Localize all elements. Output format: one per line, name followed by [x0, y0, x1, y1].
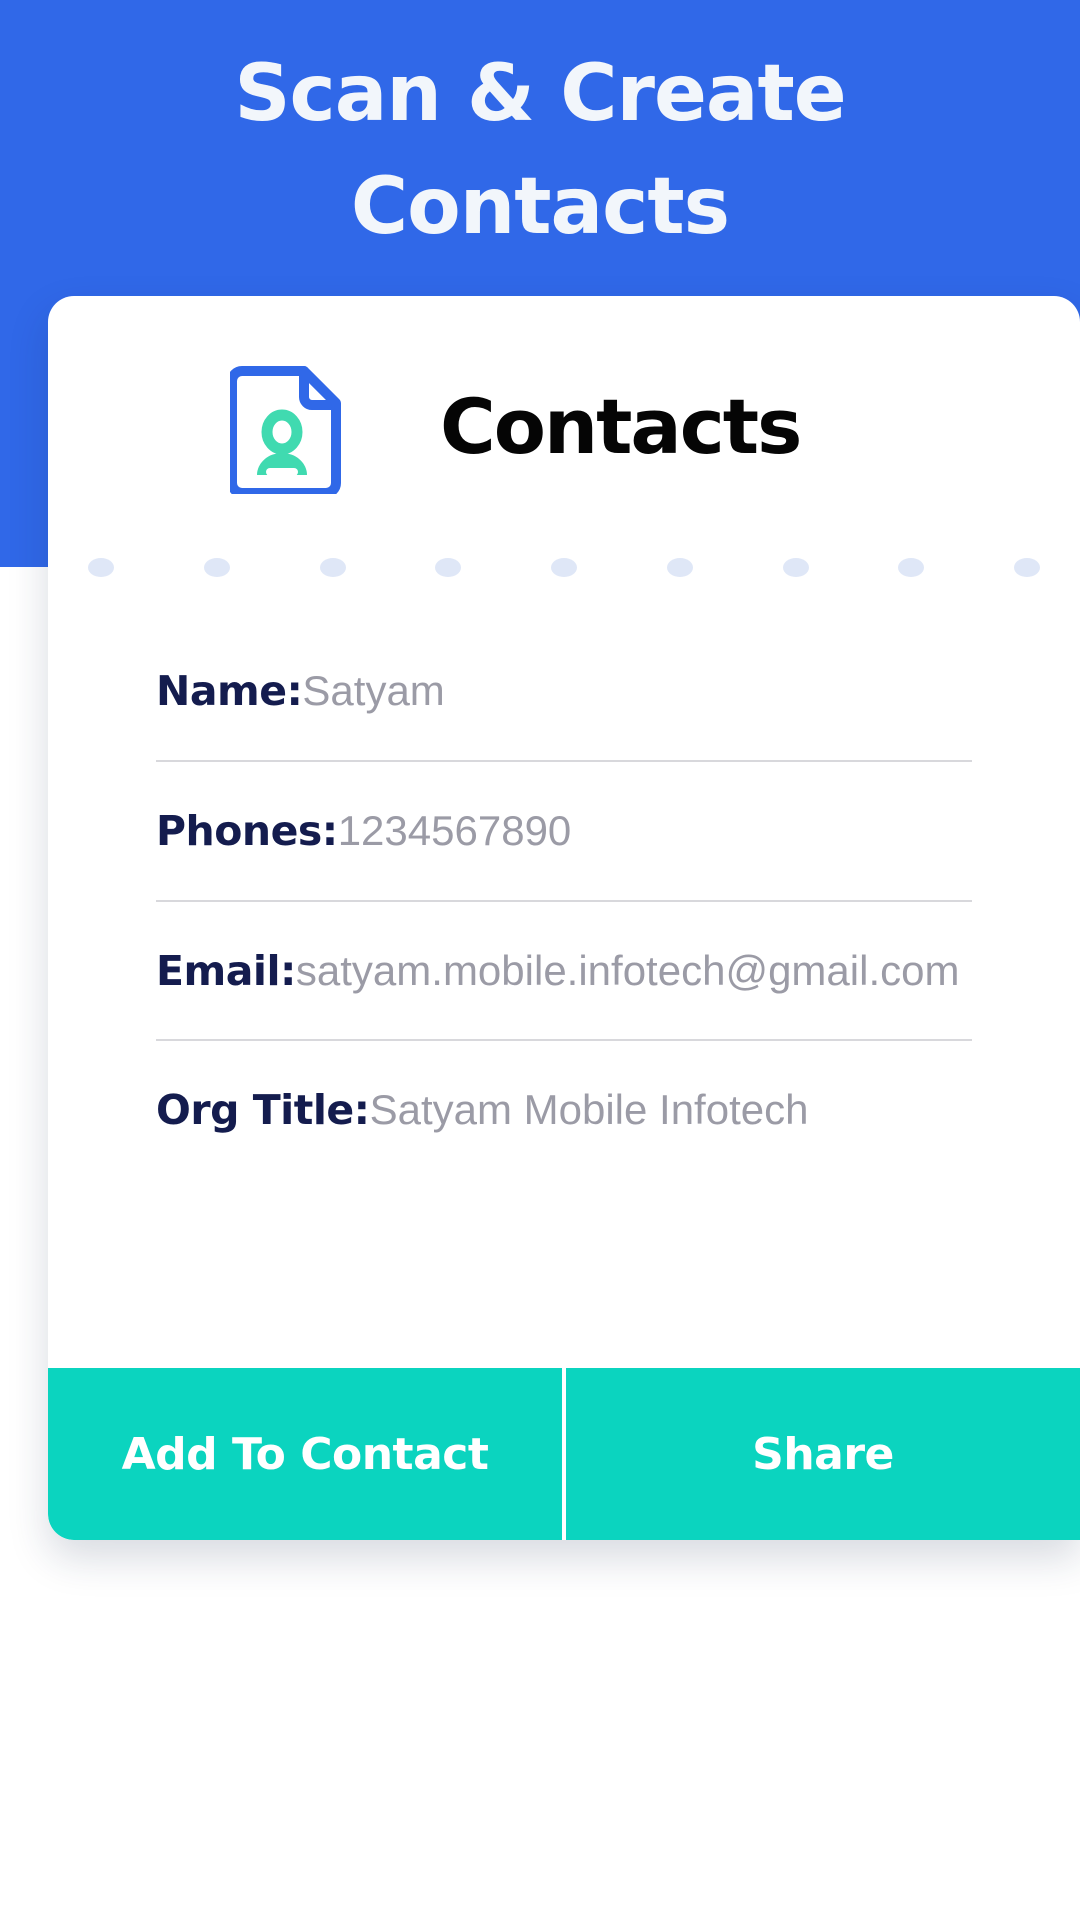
field-label-email: Email:: [156, 946, 296, 995]
perforation-dot: [898, 557, 925, 577]
field-label-org-title: Org Title:: [156, 1086, 370, 1135]
field-line: Phones:1234567890: [156, 804, 972, 858]
add-to-contact-button[interactable]: Add To Contact: [48, 1368, 562, 1540]
field-line: Name:Satyam: [156, 664, 972, 718]
field-line: Email:satyam.mobile.infotech@gmail.com: [156, 944, 972, 998]
perforation-dot: [203, 557, 230, 577]
perforation-dot: [666, 557, 693, 577]
perforation-dot: [319, 557, 346, 577]
field-value-name: Satyam: [302, 667, 445, 714]
perforation-dot: [551, 557, 577, 577]
field-value-email: satyam.mobile.infotech@gmail.com: [295, 946, 960, 994]
perforation-dot: [782, 557, 809, 577]
field-value-org-title: Satyam Mobile Infotech: [369, 1086, 809, 1134]
share-button[interactable]: Share: [566, 1368, 1080, 1540]
field-value-phones: 1234567890: [337, 806, 572, 854]
field-row-name: Name:Satyam: [108, 622, 1020, 760]
page-title: Scan & Create Contacts: [234, 49, 846, 253]
perforation-divider: [48, 552, 1080, 582]
perforation-dot: [1014, 557, 1040, 577]
perforation-dot: [88, 557, 114, 577]
field-row-phones: Phones:1234567890: [108, 762, 1020, 900]
field-label-phones: Phones:: [156, 806, 338, 855]
perforation-dot: [435, 557, 462, 577]
contact-card: Contacts Name:Satyam Phones:1234567890 E…: [48, 296, 1080, 1540]
card-title: Contacts: [440, 382, 802, 471]
field-row-email: Email:satyam.mobile.infotech@gmail.com: [108, 902, 1020, 1040]
field-row-org-title: Org Title:Satyam Mobile Infotech: [108, 1041, 1020, 1179]
contact-fields: Name:Satyam Phones:1234567890 Email:saty…: [48, 582, 1080, 1179]
action-bar: Add To Contact Share: [48, 1368, 1080, 1540]
contact-document-icon: [230, 366, 341, 494]
app-screen: Scan & Create Contacts Contacts Name:Sat…: [0, 0, 1080, 1920]
card-header: Contacts: [48, 296, 1080, 558]
field-line: Org Title:Satyam Mobile Infotech: [156, 1083, 972, 1137]
field-label-name: Name:: [156, 667, 303, 715]
